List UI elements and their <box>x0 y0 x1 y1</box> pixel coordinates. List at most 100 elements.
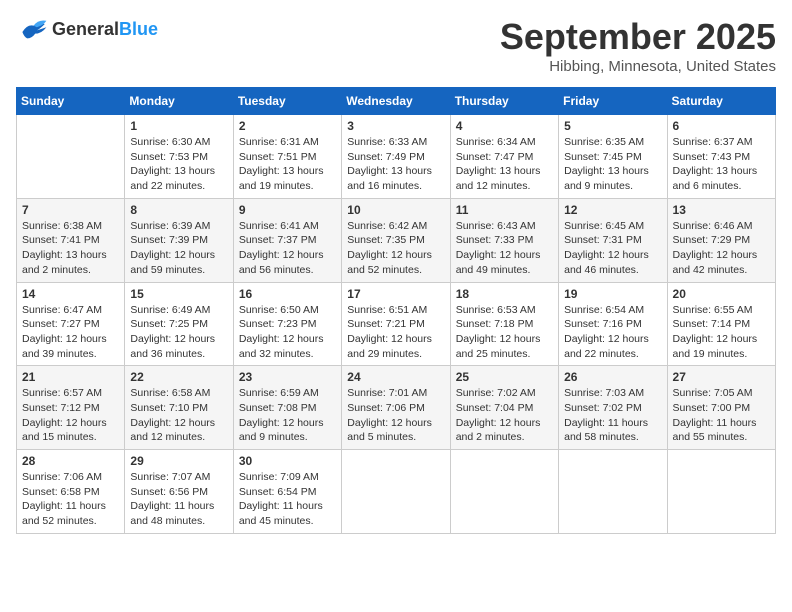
day-number: 4 <box>456 119 553 133</box>
header-tuesday: Tuesday <box>233 88 341 115</box>
day-info: Sunrise: 6:49 AM Sunset: 7:25 PM Dayligh… <box>130 303 227 362</box>
header-friday: Friday <box>559 88 667 115</box>
header-sunday: Sunday <box>17 88 125 115</box>
title-block: September 2025 Hibbing, Minnesota, Unite… <box>500 16 776 75</box>
day-info: Sunrise: 6:46 AM Sunset: 7:29 PM Dayligh… <box>673 219 770 278</box>
calendar-cell <box>17 115 125 199</box>
calendar-cell: 13 Sunrise: 6:46 AM Sunset: 7:29 PM Dayli… <box>667 198 775 282</box>
header-wednesday: Wednesday <box>342 88 450 115</box>
day-info: Sunrise: 7:09 AM Sunset: 6:54 PM Dayligh… <box>239 470 336 529</box>
day-info: Sunrise: 6:45 AM Sunset: 7:31 PM Dayligh… <box>564 219 661 278</box>
day-number: 11 <box>456 203 553 217</box>
day-number: 2 <box>239 119 336 133</box>
day-info: Sunrise: 6:35 AM Sunset: 7:45 PM Dayligh… <box>564 135 661 194</box>
day-number: 13 <box>673 203 770 217</box>
calendar-cell: 26 Sunrise: 7:03 AM Sunset: 7:02 PM Dayli… <box>559 366 667 450</box>
day-info: Sunrise: 7:02 AM Sunset: 7:04 PM Dayligh… <box>456 386 553 445</box>
calendar-week-row: 14 Sunrise: 6:47 AM Sunset: 7:27 PM Dayli… <box>17 282 776 366</box>
day-number: 24 <box>347 370 444 384</box>
day-number: 16 <box>239 287 336 301</box>
day-number: 22 <box>130 370 227 384</box>
header-monday: Monday <box>125 88 233 115</box>
day-number: 21 <box>22 370 119 384</box>
day-info: Sunrise: 6:57 AM Sunset: 7:12 PM Dayligh… <box>22 386 119 445</box>
day-number: 14 <box>22 287 119 301</box>
day-number: 12 <box>564 203 661 217</box>
calendar-cell <box>667 450 775 534</box>
calendar-cell: 17Sunrise: 6:51 AM Sunset: 7:21 PM Dayli… <box>342 282 450 366</box>
day-number: 5 <box>564 119 661 133</box>
calendar-week-row: 1 Sunrise: 6:30 AM Sunset: 7:53 PM Daylig… <box>17 115 776 199</box>
day-info: Sunrise: 6:42 AM Sunset: 7:35 PM Dayligh… <box>347 219 444 278</box>
calendar-cell: 22 Sunrise: 6:58 AM Sunset: 7:10 PM Dayli… <box>125 366 233 450</box>
calendar-cell <box>559 450 667 534</box>
day-number: 20 <box>673 287 770 301</box>
day-number: 26 <box>564 370 661 384</box>
day-number: 28 <box>22 454 119 468</box>
day-info: Sunrise: 6:38 AM Sunset: 7:41 PM Dayligh… <box>22 219 119 278</box>
header-thursday: Thursday <box>450 88 558 115</box>
day-info: Sunrise: 6:37 AM Sunset: 7:43 PM Dayligh… <box>673 135 770 194</box>
day-number: 8 <box>130 203 227 217</box>
day-info: Sunrise: 7:07 AM Sunset: 6:56 PM Dayligh… <box>130 470 227 529</box>
day-info: Sunrise: 6:33 AM Sunset: 7:49 PM Dayligh… <box>347 135 444 194</box>
day-number: 25 <box>456 370 553 384</box>
calendar-header-row: SundayMondayTuesdayWednesdayThursdayFrid… <box>17 88 776 115</box>
logo: GeneralBlue <box>16 16 158 44</box>
calendar-cell: 30 Sunrise: 7:09 AM Sunset: 6:54 PM Dayli… <box>233 450 341 534</box>
calendar-cell: 27Sunrise: 7:05 AM Sunset: 7:00 PM Dayli… <box>667 366 775 450</box>
day-number: 10 <box>347 203 444 217</box>
calendar-cell: 23 Sunrise: 6:59 AM Sunset: 7:08 PM Dayli… <box>233 366 341 450</box>
calendar-cell: 29Sunrise: 7:07 AM Sunset: 6:56 PM Dayli… <box>125 450 233 534</box>
day-number: 30 <box>239 454 336 468</box>
calendar-week-row: 7 Sunrise: 6:38 AM Sunset: 7:41 PM Daylig… <box>17 198 776 282</box>
calendar-cell <box>342 450 450 534</box>
calendar-cell <box>450 450 558 534</box>
header-saturday: Saturday <box>667 88 775 115</box>
calendar-cell: 19 Sunrise: 6:54 AM Sunset: 7:16 PM Dayli… <box>559 282 667 366</box>
day-info: Sunrise: 7:03 AM Sunset: 7:02 PM Dayligh… <box>564 386 661 445</box>
location: Hibbing, Minnesota, United States <box>500 58 776 75</box>
day-info: Sunrise: 6:54 AM Sunset: 7:16 PM Dayligh… <box>564 303 661 362</box>
calendar-cell: 11 Sunrise: 6:43 AM Sunset: 7:33 PM Dayli… <box>450 198 558 282</box>
day-info: Sunrise: 6:31 AM Sunset: 7:51 PM Dayligh… <box>239 135 336 194</box>
calendar-cell: 2 Sunrise: 6:31 AM Sunset: 7:51 PM Daylig… <box>233 115 341 199</box>
calendar-table: SundayMondayTuesdayWednesdayThursdayFrid… <box>16 87 776 534</box>
calendar-cell: 15 Sunrise: 6:49 AM Sunset: 7:25 PM Dayli… <box>125 282 233 366</box>
day-info: Sunrise: 6:30 AM Sunset: 7:53 PM Dayligh… <box>130 135 227 194</box>
calendar-cell: 3Sunrise: 6:33 AM Sunset: 7:49 PM Daylig… <box>342 115 450 199</box>
day-info: Sunrise: 6:43 AM Sunset: 7:33 PM Dayligh… <box>456 219 553 278</box>
day-info: Sunrise: 6:53 AM Sunset: 7:18 PM Dayligh… <box>456 303 553 362</box>
day-info: Sunrise: 6:41 AM Sunset: 7:37 PM Dayligh… <box>239 219 336 278</box>
day-info: Sunrise: 6:55 AM Sunset: 7:14 PM Dayligh… <box>673 303 770 362</box>
day-info: Sunrise: 7:05 AM Sunset: 7:00 PM Dayligh… <box>673 386 770 445</box>
calendar-cell: 7 Sunrise: 6:38 AM Sunset: 7:41 PM Daylig… <box>17 198 125 282</box>
day-info: Sunrise: 6:59 AM Sunset: 7:08 PM Dayligh… <box>239 386 336 445</box>
calendar-cell: 6Sunrise: 6:37 AM Sunset: 7:43 PM Daylig… <box>667 115 775 199</box>
day-info: Sunrise: 7:06 AM Sunset: 6:58 PM Dayligh… <box>22 470 119 529</box>
day-number: 19 <box>564 287 661 301</box>
day-info: Sunrise: 7:01 AM Sunset: 7:06 PM Dayligh… <box>347 386 444 445</box>
calendar-cell: 21 Sunrise: 6:57 AM Sunset: 7:12 PM Dayli… <box>17 366 125 450</box>
day-info: Sunrise: 6:58 AM Sunset: 7:10 PM Dayligh… <box>130 386 227 445</box>
logo-name: GeneralBlue <box>52 20 158 40</box>
day-number: 7 <box>22 203 119 217</box>
day-info: Sunrise: 6:34 AM Sunset: 7:47 PM Dayligh… <box>456 135 553 194</box>
logo-text: GeneralBlue <box>52 20 158 40</box>
logo-icon <box>16 16 48 44</box>
calendar-cell: 10 Sunrise: 6:42 AM Sunset: 7:35 PM Dayli… <box>342 198 450 282</box>
calendar-cell: 5 Sunrise: 6:35 AM Sunset: 7:45 PM Daylig… <box>559 115 667 199</box>
calendar-cell: 25 Sunrise: 7:02 AM Sunset: 7:04 PM Dayli… <box>450 366 558 450</box>
day-number: 1 <box>130 119 227 133</box>
day-info: Sunrise: 6:39 AM Sunset: 7:39 PM Dayligh… <box>130 219 227 278</box>
calendar-week-row: 21 Sunrise: 6:57 AM Sunset: 7:12 PM Dayli… <box>17 366 776 450</box>
calendar-cell: 24 Sunrise: 7:01 AM Sunset: 7:06 PM Dayli… <box>342 366 450 450</box>
day-number: 9 <box>239 203 336 217</box>
calendar-cell: 14 Sunrise: 6:47 AM Sunset: 7:27 PM Dayli… <box>17 282 125 366</box>
day-info: Sunrise: 6:47 AM Sunset: 7:27 PM Dayligh… <box>22 303 119 362</box>
day-number: 15 <box>130 287 227 301</box>
calendar-cell: 8 Sunrise: 6:39 AM Sunset: 7:39 PM Daylig… <box>125 198 233 282</box>
day-info: Sunrise: 6:50 AM Sunset: 7:23 PM Dayligh… <box>239 303 336 362</box>
day-number: 23 <box>239 370 336 384</box>
calendar-cell: 12 Sunrise: 6:45 AM Sunset: 7:31 PM Dayli… <box>559 198 667 282</box>
